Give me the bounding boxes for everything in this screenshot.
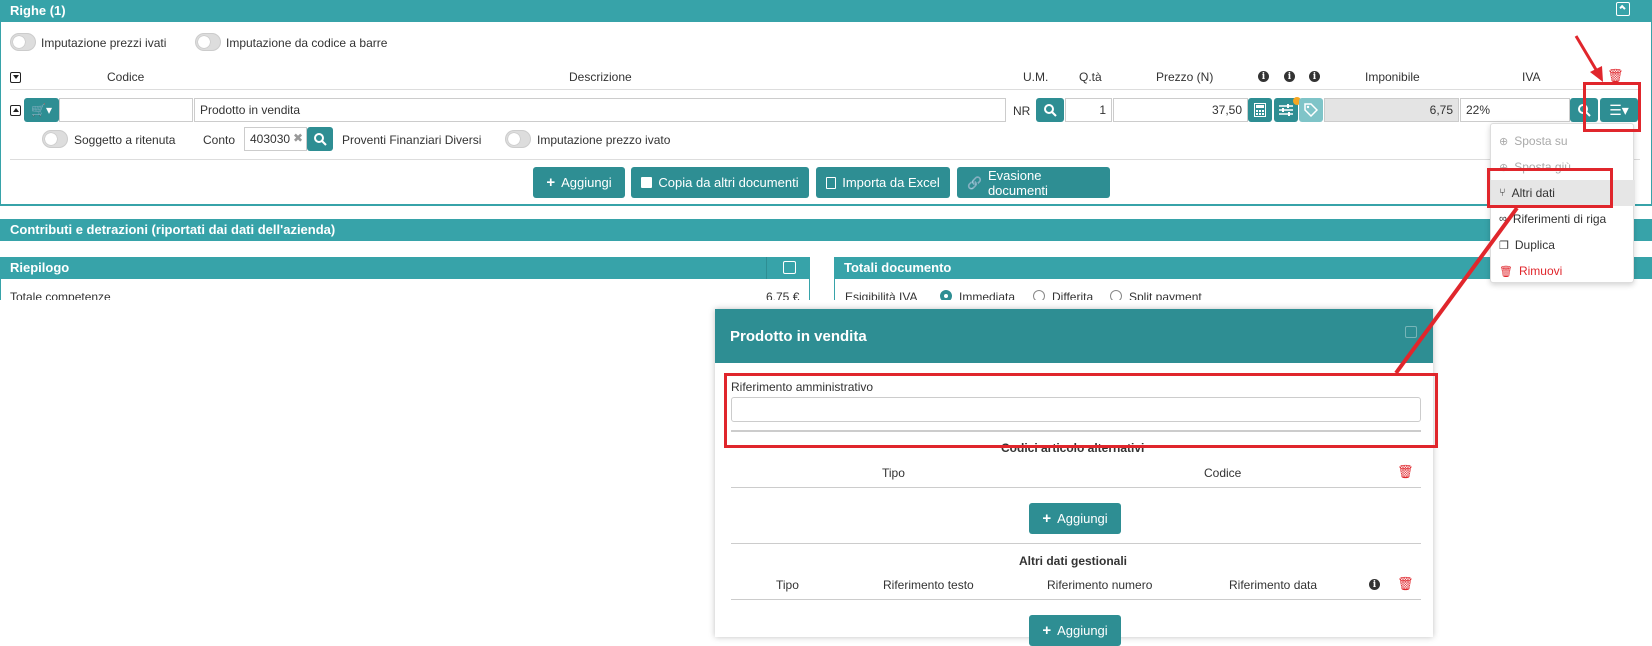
annotation-arrows (1394, 35, 1603, 375)
